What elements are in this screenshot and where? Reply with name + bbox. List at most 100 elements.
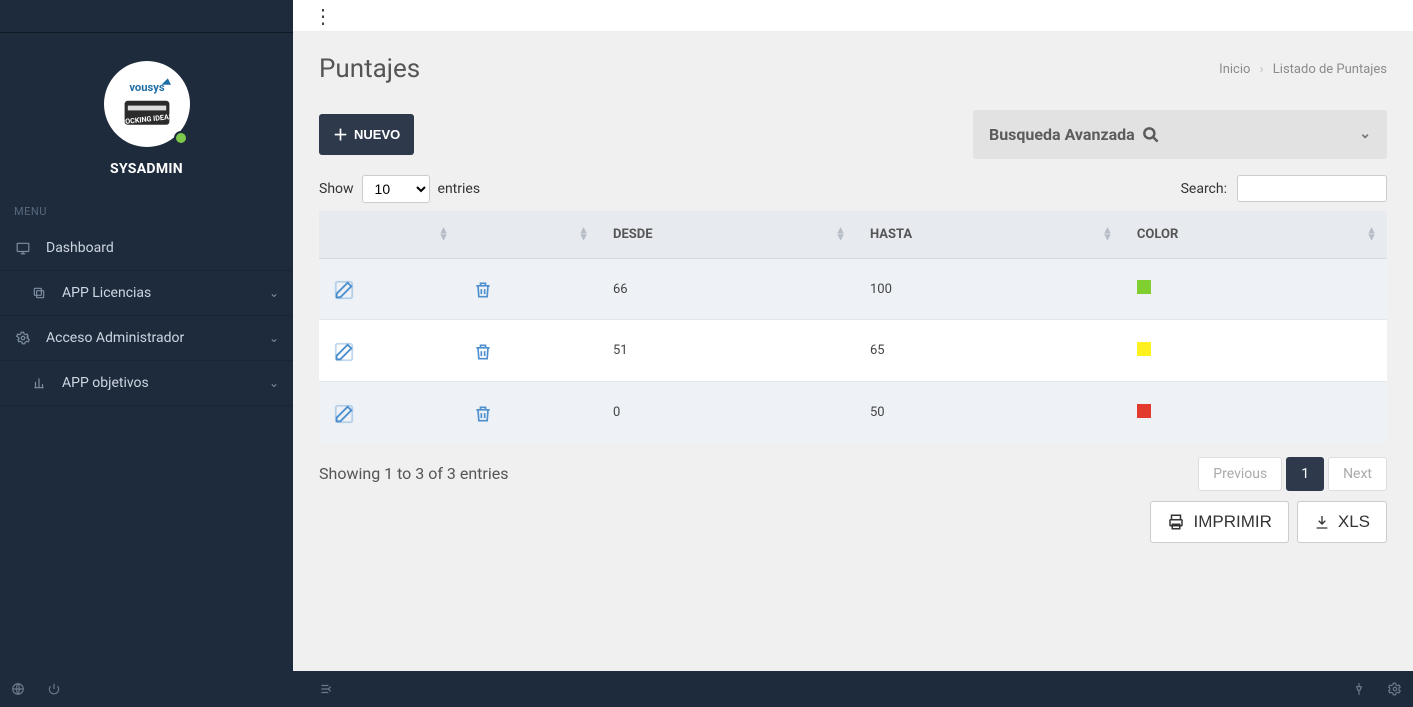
sidebar-item-acceso[interactable]: Acceso Administrador ⌄ [0,316,293,361]
collapse-sidebar-icon[interactable] [308,681,344,697]
cell-desde: 51 [599,320,856,382]
table-footer: Showing 1 to 3 of 3 entries Previous 1 N… [319,457,1387,491]
table-body: 66 100 51 65 [319,258,1387,443]
new-button[interactable]: ＋ NUEVO [319,114,414,155]
pager-prev[interactable]: Previous [1198,457,1282,491]
edit-icon[interactable] [333,277,355,301]
sidebar-item-label: Dashboard [46,240,114,256]
breadcrumb-current: Listado de Puntajes [1273,62,1387,77]
profile-block: vousys ROCKING IDEAS SYSADMIN [0,33,293,195]
sort-icon: ▲▼ [578,228,589,241]
col-desde[interactable]: DESDE ▲▼ [599,211,856,259]
page-title: Puntajes [319,54,420,84]
sidebar-item-dashboard[interactable]: Dashboard [0,226,293,271]
col-label: COLOR [1137,227,1178,242]
profile-name: SYSADMIN [10,161,283,177]
top-toolbar: ⋮ [293,0,1413,32]
status-online-icon [174,131,188,145]
breadcrumb-separator-icon: › [1260,62,1264,77]
copy-icon [30,285,48,301]
page-header: Puntajes Inicio › Listado de Puntajes [319,54,1387,84]
globe-icon[interactable] [0,681,36,697]
table-row: 51 65 [319,320,1387,382]
sidebar-nav: Dashboard APP Licencias ⌄ Acceso Adminis… [0,226,293,406]
edit-icon[interactable] [333,400,355,424]
entries-label: entries [438,181,481,197]
action-row: ＋ NUEVO Busqueda Avanzada ⌄ [319,110,1387,159]
trash-icon[interactable] [473,400,493,424]
export-row: IMPRIMIR XLS [319,501,1387,543]
chevron-down-icon: ⌄ [269,376,279,390]
xls-label: XLS [1338,512,1370,532]
settings-gear-icon[interactable] [1377,681,1413,697]
edit-icon[interactable] [333,338,355,362]
main-content: Puntajes Inicio › Listado de Puntajes ＋ … [293,32,1413,671]
breadcrumb-root[interactable]: Inicio [1219,62,1250,77]
avatar: vousys ROCKING IDEAS [104,61,190,147]
sidebar-item-label: Acceso Administrador [46,330,184,346]
chevron-down-icon: ⌄ [269,331,279,345]
new-button-label: NUEVO [354,127,400,142]
pin-icon[interactable] [1341,681,1377,697]
sort-icon: ▲▼ [1102,228,1113,241]
cell-hasta: 65 [856,320,1123,382]
data-table: ▲▼ ▲▼ DESDE ▲▼ HASTA ▲▼ COL [319,211,1387,443]
advanced-search-toggle[interactable]: Busqueda Avanzada ⌄ [973,110,1387,159]
color-swatch [1137,280,1151,294]
chevron-down-icon: ⌄ [1359,126,1371,142]
sidebar-item-label: APP objetivos [62,375,149,391]
sidebar-item-licencias[interactable]: APP Licencias ⌄ [0,271,293,316]
col-label: HASTA [870,227,912,242]
trash-icon[interactable] [473,338,493,362]
pager: Previous 1 Next [1198,457,1387,491]
svg-text:vousys: vousys [129,81,165,94]
table-info-text: Showing 1 to 3 of 3 entries [319,464,508,483]
pager-page-1[interactable]: 1 [1286,457,1324,491]
print-icon [1167,512,1185,532]
trash-icon[interactable] [473,277,493,301]
col-delete[interactable]: ▲▼ [459,211,599,259]
search-icon [1141,124,1161,145]
top-strip-sidebar-gap [0,0,293,32]
chart-icon [30,375,48,391]
sidebar-item-label: APP Licencias [62,285,151,301]
table-row: 66 100 [319,258,1387,320]
xls-button[interactable]: XLS [1297,501,1387,543]
table-row: 0 50 [319,382,1387,443]
avatar-logo-icon: vousys ROCKING IDEAS [107,64,187,144]
bottom-bar [0,671,1413,707]
col-edit[interactable]: ▲▼ [319,211,459,259]
cell-desde: 66 [599,258,856,320]
col-hasta[interactable]: HASTA ▲▼ [856,211,1123,259]
show-label: Show [319,181,354,197]
cell-hasta: 100 [856,258,1123,320]
col-color[interactable]: COLOR ▲▼ [1123,211,1387,259]
sort-icon: ▲▼ [1366,228,1377,241]
cell-desde: 0 [599,382,856,443]
monitor-icon [14,240,32,256]
sort-icon: ▲▼ [835,228,846,241]
print-label: IMPRIMIR [1193,512,1271,532]
gear-icon [14,330,32,346]
pager-next[interactable]: Next [1328,457,1387,491]
color-swatch [1137,404,1151,418]
advanced-search-label: Busqueda Avanzada [989,125,1135,144]
sidebar-item-objetivos[interactable]: APP objetivos ⌄ [0,361,293,406]
top-strip: ⋮ [0,0,1413,32]
download-icon [1314,512,1330,532]
menu-kebab-icon[interactable]: ⋮ [313,6,333,26]
sidebar: vousys ROCKING IDEAS SYSADMIN MENU Dashb… [0,32,293,671]
search-label: Search: [1181,181,1227,197]
power-icon[interactable] [36,681,72,697]
print-button[interactable]: IMPRIMIR [1150,501,1288,543]
table-controls: Show 10 entries Search: [319,175,1387,203]
chevron-down-icon: ⌄ [269,286,279,300]
color-swatch [1137,342,1151,356]
cell-hasta: 50 [856,382,1123,443]
search-input[interactable] [1237,175,1387,202]
menu-section-label: MENU [0,195,293,226]
page-size-select[interactable]: 10 [362,175,430,203]
sort-icon: ▲▼ [438,228,449,241]
breadcrumb: Inicio › Listado de Puntajes [1219,62,1387,77]
col-label: DESDE [613,227,653,242]
